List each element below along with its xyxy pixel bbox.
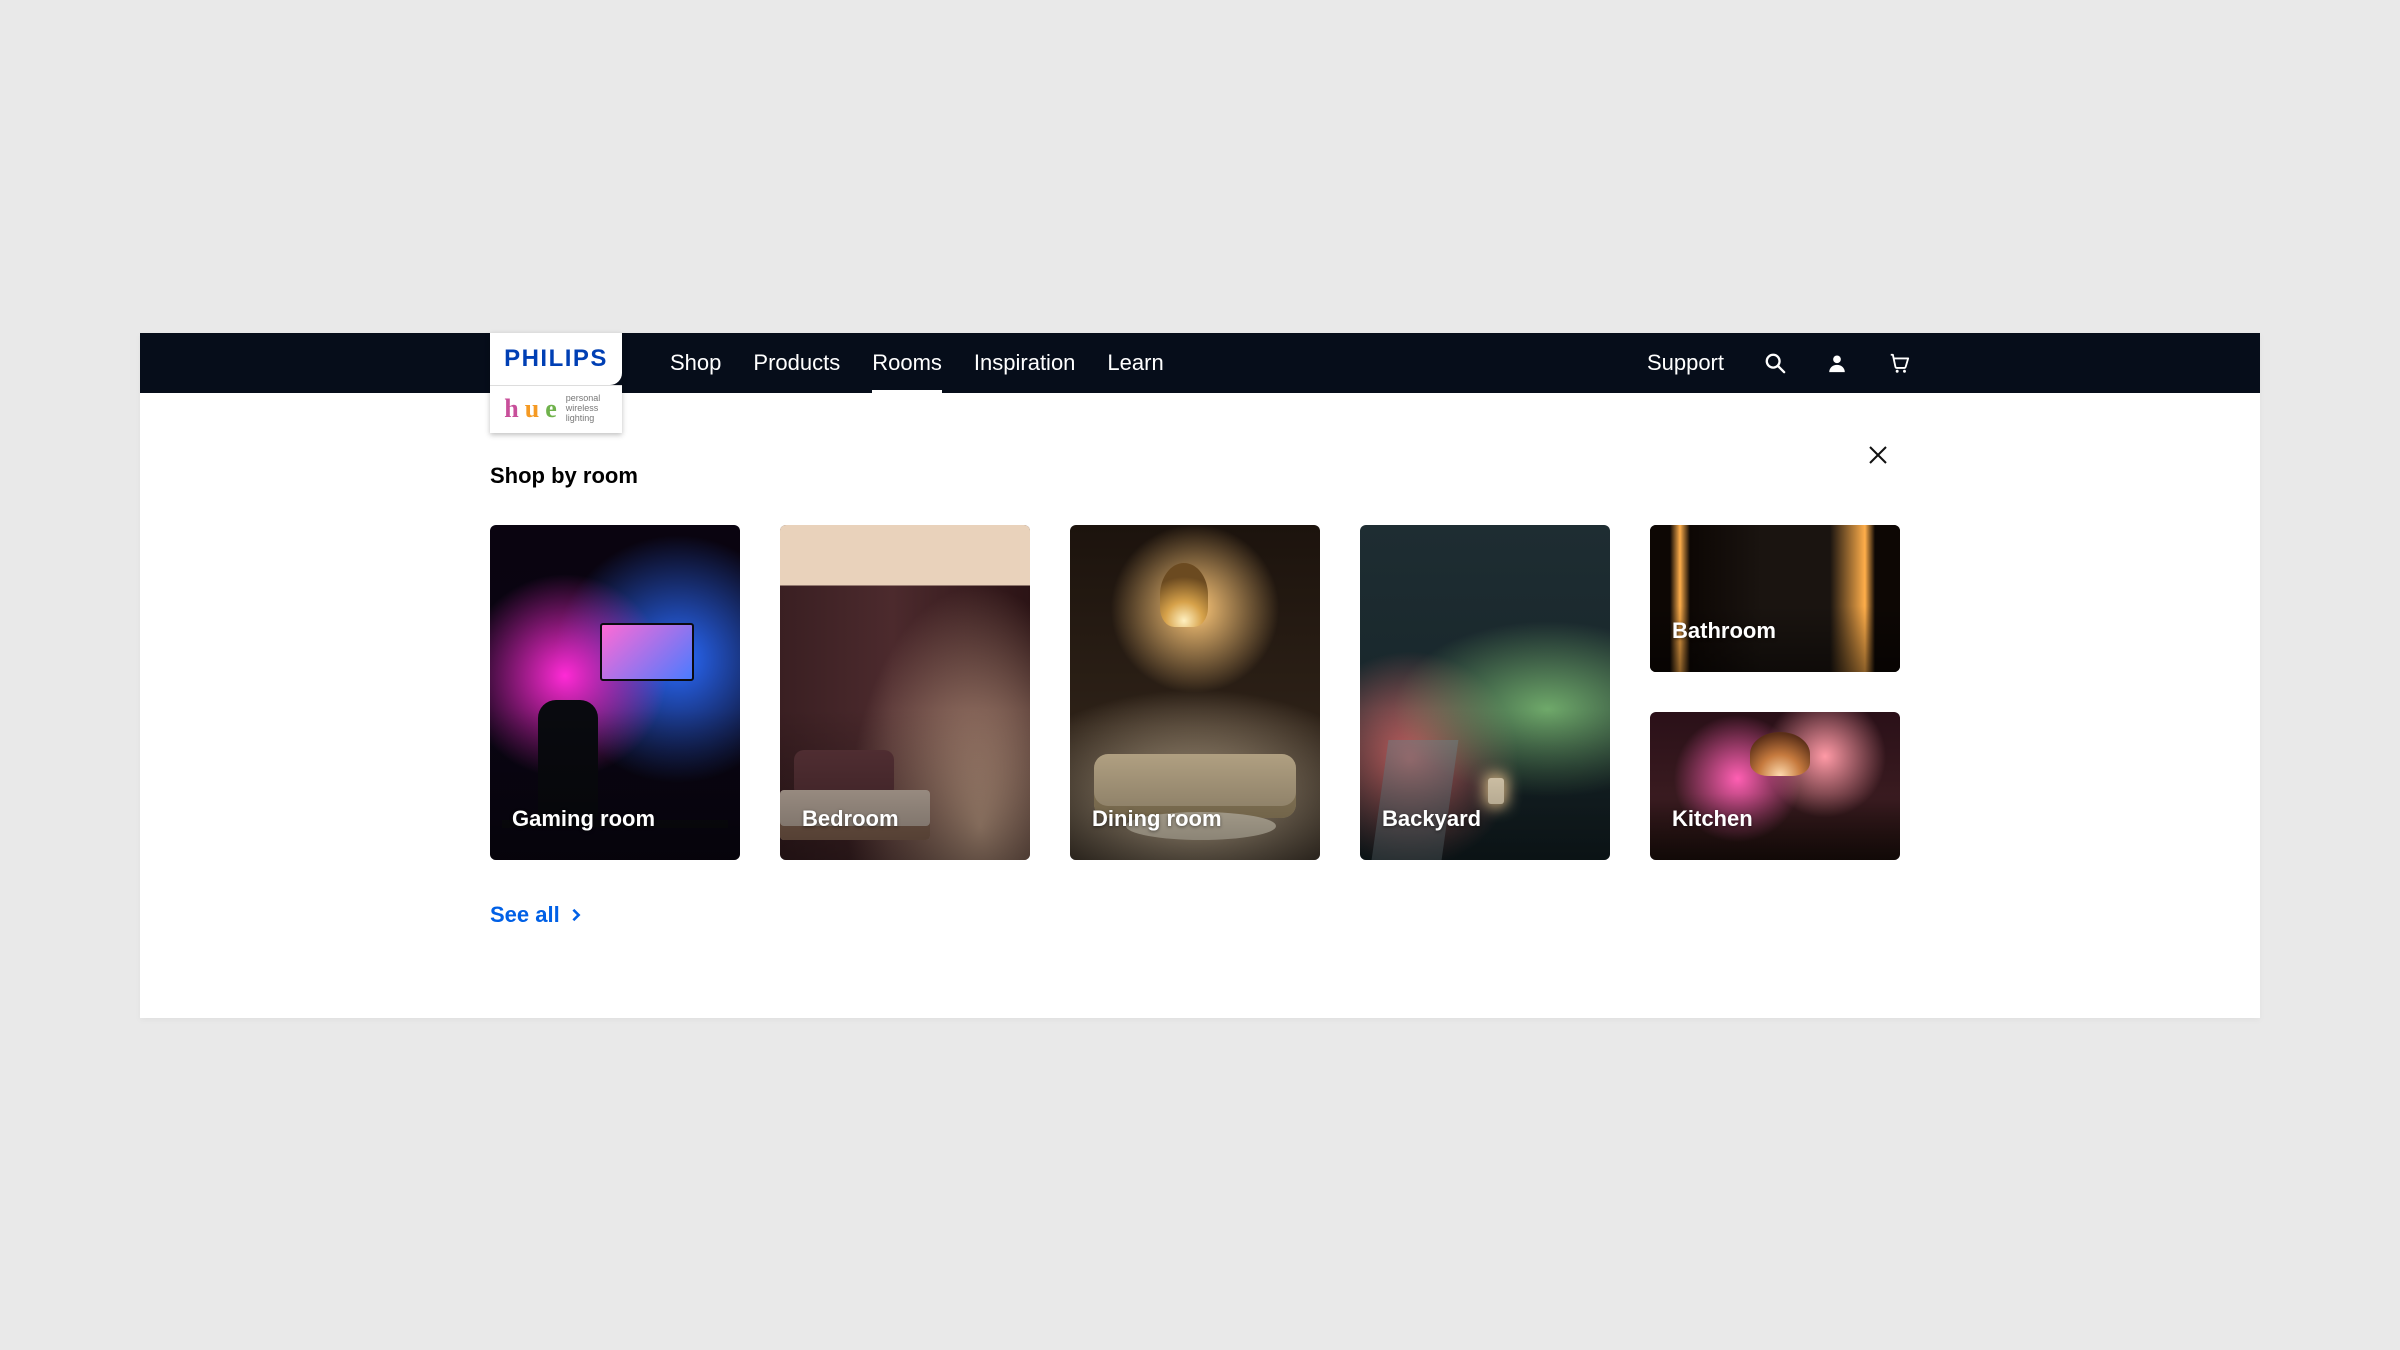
hue-wordmark: hue personal wireless lighting	[490, 385, 622, 433]
chevron-right-icon	[570, 908, 582, 922]
account-icon[interactable]	[1826, 352, 1848, 374]
main-navbar: PHILIPS hue personal wireless lighting S…	[140, 333, 2260, 393]
nav-products[interactable]: Products	[753, 333, 840, 393]
room-label: Bedroom	[780, 806, 921, 860]
room-card-dining[interactable]: Dining room	[1070, 525, 1320, 860]
see-all-label: See all	[490, 902, 560, 928]
rooms-dropdown-panel: Shop by room Gaming room Bedroom	[140, 393, 2260, 1018]
app-window: PHILIPS hue personal wireless lighting S…	[140, 333, 2260, 1018]
room-label: Kitchen	[1650, 806, 1775, 860]
room-card-kitchen[interactable]: Kitchen	[1650, 712, 1900, 860]
cart-icon[interactable]	[1888, 352, 1910, 374]
hue-e: e	[545, 394, 557, 424]
brand-logo[interactable]: PHILIPS hue personal wireless lighting	[490, 333, 622, 433]
nav-support[interactable]: Support	[1647, 350, 1724, 376]
hue-h: h	[504, 394, 518, 424]
philips-wordmark: PHILIPS	[490, 333, 622, 385]
philips-text: PHILIPS	[504, 345, 608, 373]
hue-tagline: personal wireless lighting	[566, 394, 608, 424]
room-card-grid: Gaming room Bedroom Dining room	[490, 525, 1910, 860]
nav-rooms[interactable]: Rooms	[872, 333, 942, 393]
room-label: Backyard	[1360, 806, 1503, 860]
room-label: Bathroom	[1650, 618, 1798, 672]
nav-learn[interactable]: Learn	[1107, 333, 1163, 393]
room-label: Dining room	[1070, 806, 1244, 860]
panel-title: Shop by room	[490, 463, 1910, 489]
room-card-backyard[interactable]: Backyard	[1360, 525, 1610, 860]
nav-shop[interactable]: Shop	[670, 333, 721, 393]
room-label: Gaming room	[490, 806, 677, 860]
utility-nav: Support	[1647, 350, 1910, 376]
room-card-gaming[interactable]: Gaming room	[490, 525, 740, 860]
see-all-link[interactable]: See all	[490, 902, 582, 928]
room-card-bathroom[interactable]: Bathroom	[1650, 525, 1900, 673]
room-card-bedroom[interactable]: Bedroom	[780, 525, 1030, 860]
nav-inspiration[interactable]: Inspiration	[974, 333, 1076, 393]
search-icon[interactable]	[1764, 352, 1786, 374]
primary-nav: Shop Products Rooms Inspiration Learn	[670, 333, 1164, 393]
close-icon[interactable]	[1866, 443, 1890, 467]
hue-u: u	[525, 394, 539, 424]
room-card-col5: Bathroom Kitchen	[1650, 525, 1900, 860]
